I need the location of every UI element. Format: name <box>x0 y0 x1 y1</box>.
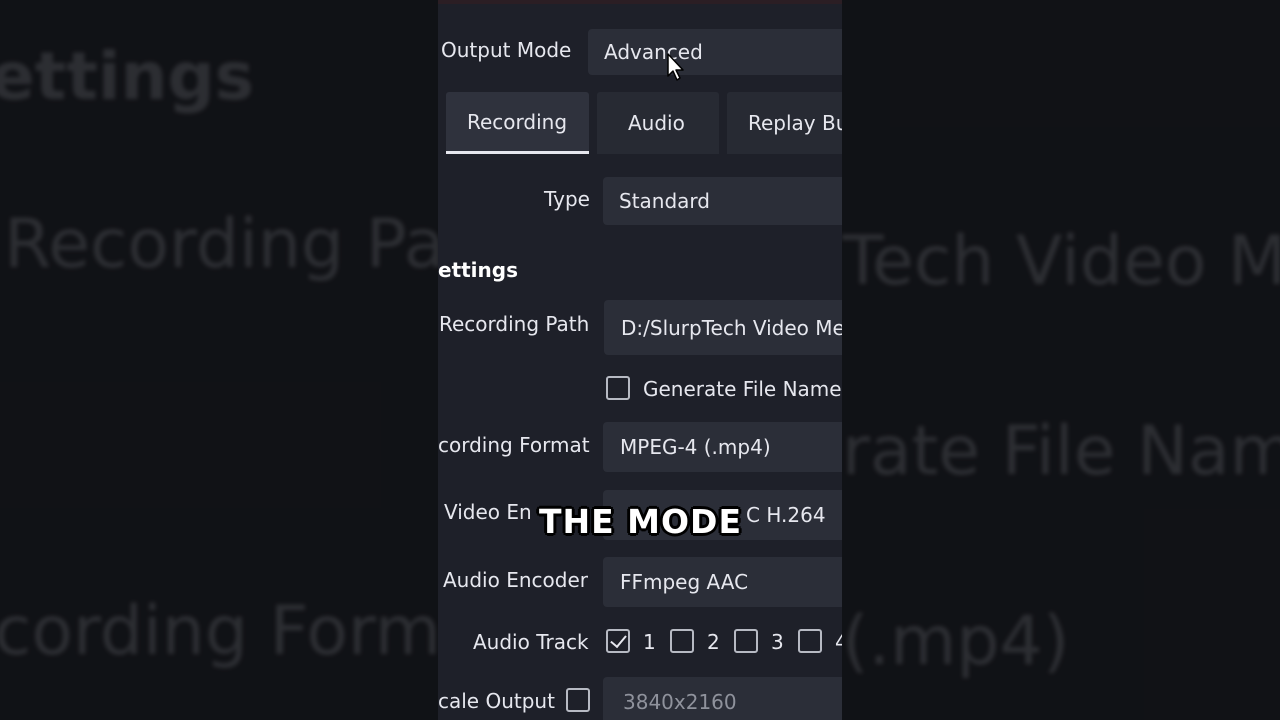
audio-track-3-checkbox[interactable] <box>734 629 758 653</box>
rescale-output-checkbox[interactable] <box>566 688 590 712</box>
tab-recording-label: Recording <box>467 109 568 134</box>
settings-panel: Output Mode Advanced Recording Audio Rep… <box>438 0 842 720</box>
rescale-output-value: 3840x2160 <box>623 690 737 714</box>
section-title: ettings <box>438 258 518 282</box>
tab-bar: Recording Audio Replay Bu <box>438 92 842 154</box>
type-label: Type <box>544 187 590 211</box>
audio-track-1-label: 1 <box>643 630 656 654</box>
type-dropdown[interactable]: Standard <box>603 177 842 225</box>
recording-format-value: MPEG-4 (.mp4) <box>620 435 771 459</box>
tab-replay-buffer-label: Replay Bu <box>748 111 842 135</box>
tab-replay-buffer[interactable]: Replay Bu <box>727 92 842 154</box>
generate-file-name-checkbox[interactable] <box>606 376 630 400</box>
audio-track-3-label: 3 <box>771 630 784 654</box>
audio-track-4-label: 4 <box>835 630 842 654</box>
output-mode-dropdown[interactable]: Advanced <box>588 29 842 75</box>
audio-track-4-checkbox[interactable] <box>798 629 822 653</box>
rescale-output-resolution[interactable]: 3840x2160 <box>603 677 842 720</box>
generate-file-name-label: Generate File Name <box>643 377 842 401</box>
audio-track-1-checkbox[interactable] <box>606 629 630 653</box>
type-value: Standard <box>619 189 710 213</box>
audio-encoder-dropdown[interactable]: FFmpeg AAC <box>603 557 842 607</box>
tab-recording[interactable]: Recording <box>446 92 589 154</box>
tab-audio-label: Audio <box>628 111 685 135</box>
output-mode-label: Output Mode <box>441 38 572 62</box>
panel-top-border <box>438 0 842 4</box>
video-encoder-label: Video En <box>444 500 532 524</box>
recording-format-dropdown[interactable]: MPEG-4 (.mp4) <box>603 422 842 472</box>
audio-encoder-value: FFmpeg AAC <box>620 570 749 594</box>
audio-track-label: Audio Track <box>473 630 589 654</box>
recording-path-label: Recording Path <box>439 312 590 336</box>
output-mode-value: Advanced <box>604 40 703 64</box>
video-encoder-value: C H.264 <box>746 503 826 527</box>
mouse-cursor-icon <box>667 53 684 81</box>
audio-track-2-label: 2 <box>707 630 720 654</box>
recording-path-input[interactable]: D:/SlurpTech Video Me <box>604 300 842 355</box>
tab-audio[interactable]: Audio <box>597 92 719 154</box>
audio-track-2-checkbox[interactable] <box>670 629 694 653</box>
rescale-output-label: cale Output <box>438 689 555 713</box>
audio-encoder-label: Audio Encoder <box>443 568 588 592</box>
recording-path-value: D:/SlurpTech Video Me <box>621 315 842 340</box>
recording-format-label: cording Format <box>438 433 590 457</box>
video-caption: THE MODE <box>539 502 742 541</box>
